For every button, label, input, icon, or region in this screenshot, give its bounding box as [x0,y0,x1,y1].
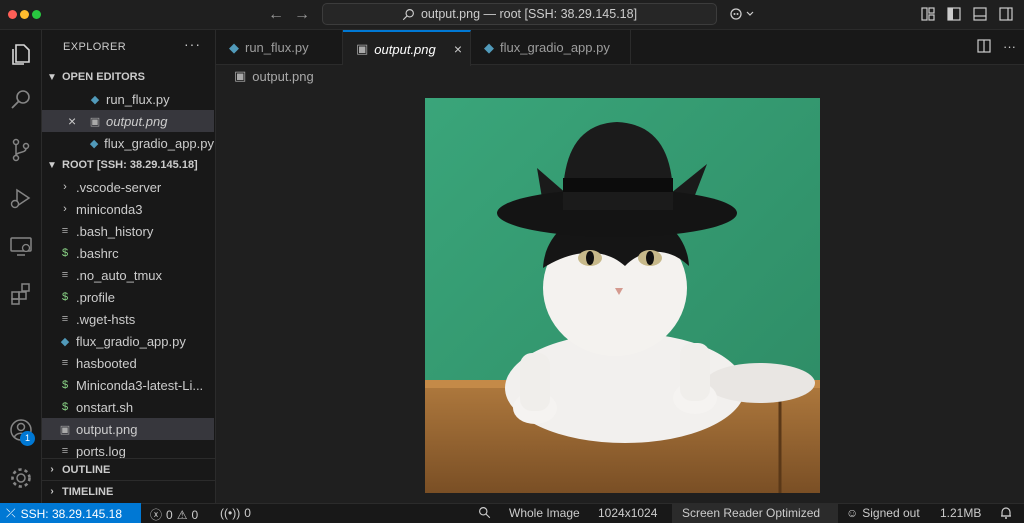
forward-arrow-icon[interactable]: → [294,5,310,25]
screen-reader-mode[interactable]: Screen Reader Optimized [682,506,820,520]
lines-file-icon: ≡ [61,445,69,457]
remote-icon: ⤫ [6,506,16,520]
copilot-icon[interactable] [730,6,756,25]
file-item[interactable]: ≡ .wget-hsts [42,308,214,330]
explorer-sidebar: EXPLORER ··· ▼ OPEN EDITORS ◆ run_flux.p… [42,30,216,503]
search-icon [402,8,414,20]
run-debug-icon[interactable] [7,184,35,212]
toggle-panel-icon[interactable] [972,6,988,25]
shell-file-icon: $ [61,379,69,391]
python-file-icon: ◆ [60,335,70,348]
open-editors-header[interactable]: ▼ OPEN EDITORS [42,66,215,88]
editor-actions: ··· [977,39,1016,56]
python-file-icon: ◆ [484,39,494,55]
close-tab-icon[interactable]: × [454,41,462,57]
account-status[interactable]: ☺ Signed out [846,506,920,520]
close-icon[interactable]: × [68,113,82,129]
folder-item[interactable]: › .vscode-server [42,176,214,198]
image-file-icon: ▣ [59,423,71,436]
source-control-icon[interactable] [7,136,35,164]
chevron-right-icon: › [63,203,67,215]
more-actions-icon[interactable]: ··· [1003,39,1016,56]
remote-indicator[interactable]: ⤫ SSH: 38.29.145.18 [0,503,141,523]
status-bar: ⤫ SSH: 38.29.145.18 ⓧ 0 ⚠ 0 ((•)) 0 Whol… [0,503,1024,523]
tab-bar: ◆ run_flux.py ▣ output.png × ◆ flux_grad… [216,30,1024,66]
lines-file-icon: ≡ [61,269,69,281]
file-item[interactable]: $ onstart.sh [42,396,214,418]
file-item[interactable]: $ .bashrc [42,242,214,264]
tab-run-flux[interactable]: ◆ run_flux.py [216,30,343,65]
maximize-window-button[interactable] [32,10,41,19]
back-arrow-icon[interactable]: ← [268,5,284,25]
explorer-icon[interactable] [7,40,35,68]
python-file-icon: ◆ [89,137,99,150]
editor-area: ◆ run_flux.py ▣ output.png × ◆ flux_grad… [216,30,1024,503]
image-preview[interactable] [425,98,820,493]
explorer-title: EXPLORER [63,41,127,53]
file-item[interactable]: ▣ output.png [42,418,214,440]
chevron-right-icon: › [63,181,67,193]
zoom-level[interactable]: Whole Image [509,506,580,520]
split-editor-icon[interactable] [977,39,991,56]
problems-indicator[interactable]: ⓧ 0 ⚠ 0 [150,506,198,523]
title-bar: ← → output.png — root [SSH: 38.29.145.18… [0,0,1024,30]
folder-item[interactable]: › miniconda3 [42,198,214,220]
breadcrumb[interactable]: ▣ output.png [234,68,314,84]
activity-bar: 1 [0,30,42,503]
error-icon: ⓧ [150,508,163,522]
tab-output-png[interactable]: ▣ output.png × [343,30,471,66]
cat-in-hat-image [425,98,820,493]
timeline-header[interactable]: › TIMELINE [42,480,215,502]
remote-explorer-icon[interactable] [7,232,35,260]
window-title: output.png — root [SSH: 38.29.145.18] [420,7,638,21]
chevron-down-icon: ▼ [47,71,57,83]
chevron-down-icon: ▼ [47,159,57,171]
image-file-icon: ▣ [356,41,369,56]
shell-file-icon: $ [61,401,69,413]
warning-icon: ⚠ [176,507,188,522]
file-size: 1.21MB [940,506,982,520]
lines-file-icon: ≡ [61,313,69,325]
file-item[interactable]: $ Miniconda3-latest-Li... [42,374,214,396]
image-file-icon: ▣ [89,115,101,128]
extensions-icon[interactable] [7,280,35,308]
file-item[interactable]: ≡ .no_auto_tmux [42,264,214,286]
python-file-icon: ◆ [90,93,100,106]
zoom-icon[interactable] [478,506,491,519]
tab-flux-gradio-app[interactable]: ◆ flux_gradio_app.py [471,30,631,65]
toggle-sidebar-icon[interactable] [946,6,962,25]
image-dimensions: 1024x1024 [598,506,658,520]
ports-indicator[interactable]: ((•)) 0 [220,506,251,520]
accounts-badge: 1 [20,431,35,446]
search-icon[interactable] [7,86,35,114]
close-window-button[interactable] [8,10,17,19]
shell-file-icon: $ [61,291,69,303]
minimize-window-button[interactable] [20,10,29,19]
root-folder-header[interactable]: ▼ ROOT [SSH: 38.29.145.18] [42,154,215,176]
manage-gear-icon[interactable] [7,464,35,492]
shell-file-icon: $ [61,247,69,259]
lines-file-icon: ≡ [61,225,69,237]
file-item[interactable]: ◆ flux_gradio_app.py [42,330,214,352]
customize-layout-icon[interactable] [920,6,936,25]
file-item[interactable]: ≡ .bash_history [42,220,214,242]
notifications-bell-icon[interactable] [1000,506,1012,519]
outline-header[interactable]: › OUTLINE [42,458,215,480]
chevron-right-icon: › [50,486,54,497]
open-editor-item[interactable]: ◆ flux_gradio_app.py [42,132,214,154]
image-file-icon: ▣ [234,68,247,83]
chevron-right-icon: › [50,464,54,475]
command-center[interactable]: output.png — root [SSH: 38.29.145.18] [322,3,717,25]
open-editor-item[interactable]: × ▣ output.png [42,110,214,132]
python-file-icon: ◆ [229,39,239,55]
file-item[interactable]: ≡ hasbooted [42,352,214,374]
toggle-secondary-sidebar-icon[interactable] [998,6,1014,25]
open-editor-item[interactable]: ◆ run_flux.py [42,88,214,110]
more-actions-icon[interactable]: ··· [184,36,201,52]
lines-file-icon: ≡ [61,357,69,369]
broadcast-icon: ((•)) [220,506,241,520]
copilot-icon: ☺ [846,506,859,520]
file-item[interactable]: $ .profile [42,286,214,308]
